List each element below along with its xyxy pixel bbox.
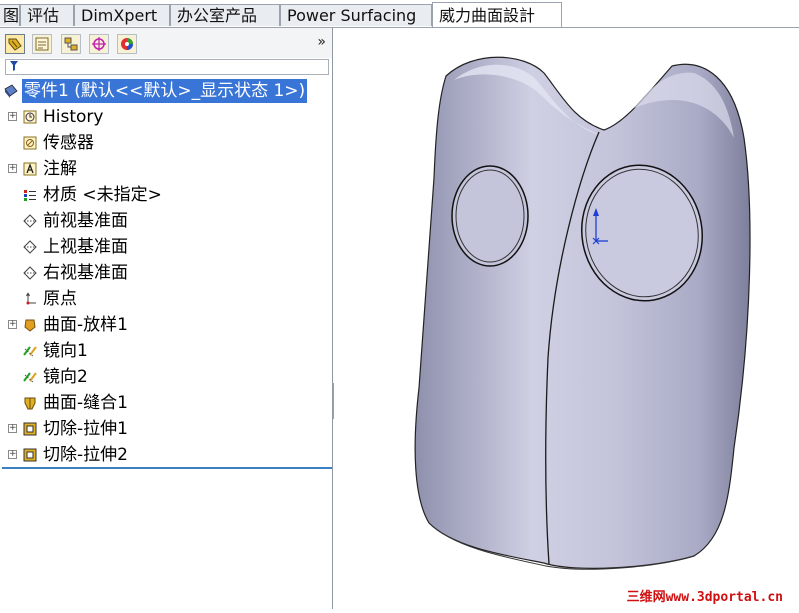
tab-power-surface-design[interactable]: 威力曲面設計: [432, 2, 562, 28]
tree-item-label: 前视基准面: [43, 211, 128, 231]
tree-item-right-plane[interactable]: 右视基准面: [0, 261, 332, 285]
surface-loft-icon: [22, 317, 38, 333]
watermark: 三维网www.3dportal.cn: [626, 590, 783, 605]
tree-item-sensors[interactable]: 传感器: [0, 131, 332, 155]
dimxpert-manager-icon[interactable]: [89, 34, 109, 54]
expand-toggle[interactable]: +: [8, 164, 17, 173]
tree-item-label: 镜向1: [43, 341, 88, 361]
annotation-icon: [22, 161, 38, 177]
filter-icon[interactable]: [9, 60, 19, 75]
tree-item-front-plane[interactable]: 前视基准面: [0, 209, 332, 233]
configuration-manager-icon[interactable]: [61, 34, 81, 54]
owl-surface-model[interactable]: [334, 28, 799, 609]
tab-evaluate[interactable]: 评估: [20, 4, 74, 26]
rollback-bar[interactable]: [2, 467, 332, 469]
tree-item-label: 传感器: [43, 133, 94, 153]
cut-extrude-icon: [22, 421, 38, 437]
graphics-area[interactable]: 三维网www.3dportal.cn: [334, 28, 799, 609]
plane-icon: [22, 213, 38, 229]
property-manager-icon[interactable]: [32, 34, 52, 54]
panel-toolbar: »: [0, 28, 332, 58]
surface-knit-icon: [22, 395, 38, 411]
display-manager-icon[interactable]: [117, 34, 137, 54]
tree-item-label: 上视基准面: [43, 237, 128, 257]
mirror-icon: [22, 369, 38, 385]
tree-item-mirror2[interactable]: 镜向2: [0, 365, 332, 389]
tree-item-label: 右视基准面: [43, 263, 128, 283]
tree-item-origin[interactable]: 原点: [0, 287, 332, 311]
tree-root-part[interactable]: 零件1 (默认<<默认>_显示状态 1>): [0, 79, 332, 103]
tree-item-label: 材质 <未指定>: [43, 185, 162, 205]
tree-item-label: 曲面-缝合1: [43, 393, 128, 413]
tab-office-products[interactable]: 办公室产品: [170, 4, 280, 26]
tree-item-material[interactable]: 材质 <未指定>: [0, 183, 332, 207]
tree-item-label: 镜向2: [43, 367, 88, 387]
tab-partial[interactable]: 图: [0, 4, 20, 26]
tree-item-surface-knit1[interactable]: 曲面-缝合1: [0, 391, 332, 415]
model-body: [414, 56, 751, 569]
tree-item-cut-extrude2[interactable]: + 切除-拉伸2: [0, 443, 332, 467]
tree-item-label: 原点: [43, 289, 77, 309]
part-icon: [3, 83, 19, 99]
tree-item-mirror1[interactable]: 镜向1: [0, 339, 332, 363]
tree-item-label: 切除-拉伸2: [43, 445, 128, 465]
expand-toggle[interactable]: +: [8, 450, 17, 459]
tree-item-label: 注解: [43, 159, 77, 179]
plane-icon: [22, 239, 38, 255]
command-manager-tabs: 图 评估 DimXpert 办公室产品 Power Surfacing 威力曲面…: [0, 0, 799, 28]
material-icon: [22, 187, 38, 203]
tree-item-label: 切除-拉伸1: [43, 419, 128, 439]
tree-item-history[interactable]: + History: [0, 105, 332, 129]
tree-root-label: 零件1 (默认<<默认>_显示状态 1>): [22, 79, 308, 103]
tree-item-label: History: [43, 107, 104, 127]
expand-toggle[interactable]: +: [8, 320, 17, 329]
tree-item-surface-loft1[interactable]: + 曲面-放样1: [0, 313, 332, 337]
tree-item-top-plane[interactable]: 上视基准面: [0, 235, 332, 259]
tab-power-surfacing[interactable]: Power Surfacing: [280, 4, 432, 26]
sensor-icon: [22, 135, 38, 151]
tree-item-annotations[interactable]: + 注解: [0, 157, 332, 181]
left-eye-cut: [451, 165, 529, 267]
cut-extrude-icon: [22, 447, 38, 463]
history-icon: [22, 109, 38, 125]
expand-toggle[interactable]: +: [8, 112, 17, 121]
feature-manager-panel: » 零件1 (默认<<默认>_显示状态 1>) + History 传感器 + …: [0, 28, 333, 609]
tree-item-label: 曲面-放样1: [43, 315, 128, 335]
filter-bar[interactable]: [5, 59, 329, 75]
feature-manager-icon[interactable]: [5, 34, 25, 54]
expand-toggle[interactable]: +: [8, 424, 17, 433]
tree-item-cut-extrude1[interactable]: + 切除-拉伸1: [0, 417, 332, 441]
tab-dimxpert[interactable]: DimXpert: [74, 4, 170, 26]
mirror-icon: [22, 343, 38, 359]
plane-icon: [22, 265, 38, 281]
origin-icon: [22, 291, 38, 307]
expand-panel-button[interactable]: »: [317, 34, 326, 50]
